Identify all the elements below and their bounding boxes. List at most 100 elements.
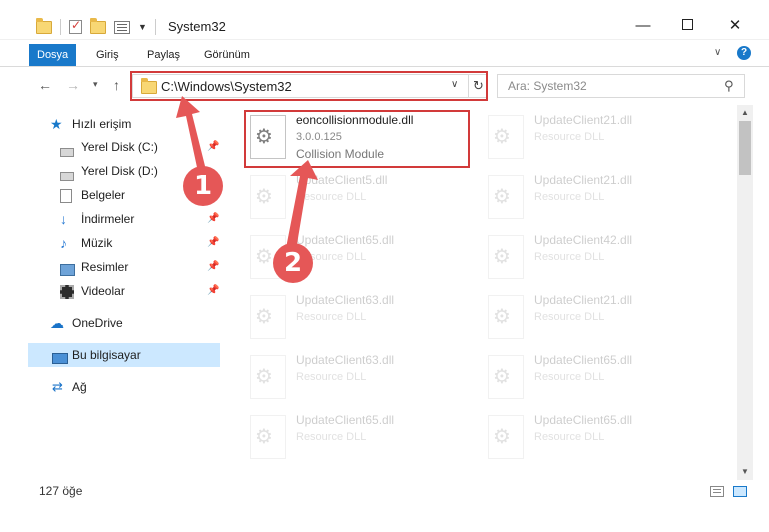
search-placeholder: Ara: System32 — [508, 79, 587, 93]
documents-icon — [60, 189, 72, 203]
dll-file-icon — [488, 115, 524, 159]
tab-paylas[interactable]: Paylaş — [139, 44, 188, 66]
file-item[interactable]: UpdateClient65.dll Resource DLL — [246, 409, 476, 469]
dll-file-icon — [488, 415, 524, 459]
sidebar-item-label: Yerel Disk (D:) — [81, 164, 158, 178]
file-name: UpdateClient65.dll — [534, 413, 633, 427]
back-button[interactable]: ← — [38, 77, 52, 93]
dll-file-icon — [250, 175, 286, 219]
file-item[interactable]: UpdateClient21.dll Resource DLL — [484, 169, 714, 229]
step-2-badge: 2 — [273, 243, 313, 283]
pin-icon[interactable]: 📌 — [207, 237, 219, 248]
sidebar-item-label: İndirmeler — [81, 212, 135, 226]
file-description: Resource DLL — [296, 311, 367, 323]
up-button[interactable]: ↑ — [113, 77, 120, 93]
tab-giris[interactable]: Giriş — [88, 44, 127, 66]
file-name: UpdateClient65.dll — [296, 413, 395, 427]
file-item[interactable]: UpdateClient5.dll Resource DLL — [246, 169, 476, 229]
file-item[interactable]: UpdateClient65.dll Resource DLL — [484, 349, 714, 409]
file-description: Resource DLL — [534, 431, 605, 443]
scroll-down-icon[interactable]: ▼ — [741, 467, 749, 476]
sidebar-item-label: Müzik — [81, 236, 113, 250]
recent-locations-icon[interactable]: ▾ — [93, 79, 98, 90]
file-item[interactable]: UpdateClient65.dll Resource DLL — [484, 409, 714, 469]
search-icon[interactable]: ⚲ — [724, 78, 734, 94]
dll-file-icon — [250, 355, 286, 399]
dll-file-icon — [488, 235, 524, 279]
navigation-pane: ★ Hızlı erişim Yerel Disk (C:) 📌 Yerel D… — [0, 105, 220, 480]
folder-icon — [36, 17, 52, 34]
divider — [154, 19, 156, 35]
tab-gorunum[interactable]: Görünüm — [196, 44, 258, 66]
file-description: Resource DLL — [296, 431, 367, 443]
dll-file-icon — [488, 175, 524, 219]
file-name: UpdateClient65.dll — [534, 353, 633, 367]
file-name: UpdateClient21.dll — [534, 113, 633, 127]
drive-icon — [60, 148, 74, 157]
file-highlight-box — [244, 110, 470, 168]
network-icon: ⇄ — [52, 379, 63, 394]
file-item[interactable]: UpdateClient63.dll Resource DLL — [246, 289, 476, 349]
close-button[interactable]: ✕ — [712, 13, 758, 39]
file-name: UpdateClient42.dll — [534, 233, 633, 247]
file-description: Resource DLL — [534, 371, 605, 383]
file-description: Resource DLL — [534, 311, 605, 323]
properties-check-icon[interactable] — [69, 18, 82, 34]
sidebar-item-label: Belgeler — [81, 188, 126, 202]
ribbon-tabs: Dosya Giriş Paylaş Görünüm ∨ ? — [0, 40, 769, 67]
music-icon: ♪ — [60, 235, 67, 251]
pin-icon[interactable]: 📌 — [207, 285, 219, 296]
dll-file-icon — [250, 295, 286, 339]
expand-ribbon-icon[interactable]: ∨ — [714, 47, 721, 58]
file-name: UpdateClient21.dll — [534, 173, 633, 187]
pin-icon[interactable]: 📌 — [207, 141, 219, 152]
maximize-button[interactable] — [664, 13, 710, 39]
title-bar: ▼ System32 — ✕ — [0, 0, 769, 40]
videos-icon — [60, 285, 74, 299]
sidebar-item-label: Yerel Disk (C:) — [81, 140, 158, 154]
file-name: UpdateClient65.dll — [296, 233, 395, 247]
file-description: Resource DLL — [534, 131, 605, 143]
pictures-icon — [60, 264, 75, 276]
item-count: 127 öğe — [39, 484, 83, 498]
file-item[interactable]: UpdateClient21.dll Resource DLL — [484, 109, 714, 169]
help-icon[interactable]: ? — [737, 46, 751, 60]
new-folder-icon[interactable] — [90, 17, 106, 34]
pin-icon[interactable]: 📌 — [207, 213, 219, 224]
large-icons-view-icon[interactable] — [733, 486, 747, 497]
window-title: System32 — [168, 19, 226, 34]
file-name: UpdateClient63.dll — [296, 353, 395, 367]
sidebar-item-label: Bu bilgisayar — [72, 348, 141, 362]
file-description: Resource DLL — [534, 191, 605, 203]
dll-file-icon — [488, 295, 524, 339]
address-highlight-box — [130, 71, 488, 101]
file-description: Resource DLL — [534, 251, 605, 263]
file-item[interactable]: UpdateClient63.dll Resource DLL — [246, 349, 476, 409]
divider — [60, 19, 61, 35]
file-description: Resource DLL — [296, 191, 367, 203]
tab-dosya[interactable]: Dosya — [29, 44, 77, 66]
file-item[interactable]: UpdateClient42.dll Resource DLL — [484, 229, 714, 289]
scroll-up-icon[interactable]: ▲ — [741, 108, 749, 117]
cloud-icon: ☁ — [50, 315, 64, 331]
file-item[interactable]: UpdateClient21.dll Resource DLL — [484, 289, 714, 349]
search-input[interactable]: Ara: System32 ⚲ — [497, 74, 745, 98]
file-name: UpdateClient21.dll — [534, 293, 633, 307]
dll-file-icon — [250, 415, 286, 459]
qat-dropdown-icon[interactable]: ▼ — [138, 22, 147, 32]
vertical-scrollbar[interactable]: ▲ ▼ — [737, 105, 753, 480]
minimize-button[interactable]: — — [620, 13, 666, 39]
pin-icon[interactable]: 📌 — [207, 261, 219, 272]
forward-button[interactable]: → — [66, 77, 80, 93]
file-name: UpdateClient5.dll — [296, 173, 388, 187]
status-bar: 127 öğe — [0, 480, 769, 502]
sidebar-item-label: OneDrive — [72, 316, 123, 330]
file-description: Resource DLL — [296, 371, 367, 383]
sidebar-item-label: Resimler — [81, 260, 129, 274]
customize-icon[interactable] — [114, 20, 130, 34]
window-bottom — [0, 502, 769, 532]
scroll-thumb[interactable] — [739, 121, 751, 175]
dll-file-icon — [488, 355, 524, 399]
details-view-icon[interactable] — [710, 486, 724, 497]
sidebar-item-label: Ağ — [72, 380, 87, 394]
